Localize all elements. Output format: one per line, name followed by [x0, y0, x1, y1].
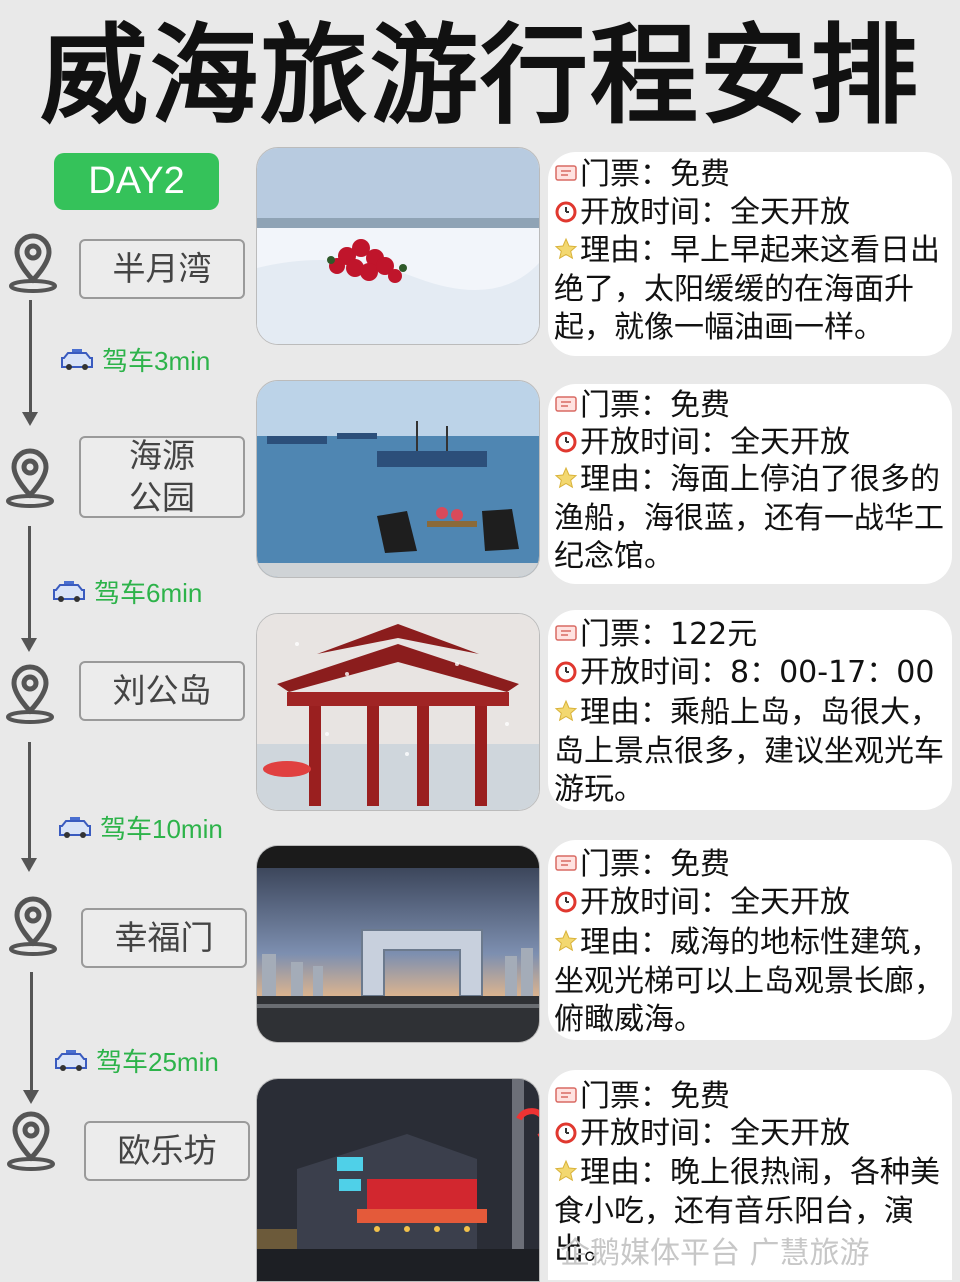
drive-time-label: 驾车3min [102, 346, 211, 376]
stop-photo [256, 380, 540, 578]
route-arrow [21, 742, 37, 872]
reason-text: 理由：乘船上岛，岛很大，岛上景点很多，建议坐观光车游玩。 [554, 695, 944, 807]
location-pin-icon [6, 448, 54, 508]
stop-info-card: 门票：122元 开放时间：8：00-17：00 理由：乘船上岛，岛很大，岛上景点… [548, 610, 952, 810]
ticket-text: 门票：122元 [580, 617, 758, 652]
ticket-icon [555, 1086, 577, 1103]
star-icon [554, 466, 578, 488]
page-title: 威海旅游行程安排 [39, 14, 920, 139]
ticket-icon [555, 164, 577, 181]
ticket-icon [555, 395, 577, 412]
stop-name: 幸福门 [114, 918, 214, 957]
alarm-clock-icon [555, 661, 577, 682]
stop-info-card: 门票：免费 开放时间：全天开放 理由：早上早起来这看日出绝了，太阳缓缓的在海面升… [548, 152, 952, 356]
stop-photo [256, 845, 540, 1043]
drive-time: 驾车6min [52, 573, 202, 610]
drive-time-label: 驾车6min [94, 578, 203, 608]
ticket-text: 门票：免费 [580, 157, 730, 192]
star-icon [554, 237, 578, 259]
location-pin-icon [9, 896, 57, 956]
stop-info-card: 门票：免费 开放时间：全天开放 理由：海面上停泊了很多的渔船，海很蓝，还有一战华… [548, 384, 952, 584]
drive-time-label: 驾车25min [96, 1047, 219, 1077]
star-icon [554, 929, 578, 951]
ticket-icon [555, 624, 577, 641]
location-pin-icon [9, 233, 57, 293]
taxi-car-icon [55, 1049, 87, 1071]
route-arrow [22, 300, 38, 426]
alarm-clock-icon [555, 1122, 577, 1143]
stop-name: 欧乐坊 [117, 1131, 217, 1170]
drive-time: 驾车10min [58, 809, 223, 846]
drive-time-label: 驾车10min [100, 814, 223, 844]
stop-photo [256, 147, 540, 345]
route-arrow [21, 526, 37, 652]
ticket-text: 门票：免费 [580, 388, 730, 423]
hours-text: 开放时间：全天开放 [580, 885, 850, 920]
watermark: 企鹅媒体平台 广慧旅游 [560, 1236, 870, 1271]
reason-text: 理由：早上早起来这看日出绝了，太阳缓缓的在海面升起，就像一幅油画一样。 [554, 233, 940, 345]
alarm-clock-icon [555, 891, 577, 912]
stop-name-box: 海源公园 [79, 436, 245, 518]
stop-name: 刘公岛 [112, 671, 212, 710]
reason-text: 理由：威海的地标性建筑，坐观光梯可以上岛观景长廊，俯瞰威海。 [554, 925, 944, 1037]
star-icon [554, 1159, 578, 1181]
stop-name-box: 欧乐坊 [84, 1121, 250, 1181]
stop-name: 海源公园 [129, 436, 195, 517]
stop-photo [256, 1078, 540, 1282]
location-pin-icon [6, 664, 54, 724]
route-arrow [23, 972, 39, 1104]
hours-text: 开放时间：全天开放 [580, 425, 850, 460]
stop-name-box: 半月湾 [79, 239, 245, 299]
ticket-icon [555, 854, 577, 871]
stop-name-box: 幸福门 [81, 908, 247, 968]
taxi-car-icon [59, 816, 91, 838]
hours-text: 开放时间：8：00-17：00 [580, 655, 935, 690]
day-badge: DAY2 [54, 153, 219, 210]
location-pin-icon [7, 1111, 55, 1171]
stop-photo [256, 613, 540, 811]
taxi-car-icon [53, 580, 85, 602]
taxi-car-icon [61, 348, 93, 370]
stop-name-box: 刘公岛 [79, 661, 245, 721]
hours-text: 开放时间：全天开放 [580, 1116, 850, 1151]
ticket-text: 门票：免费 [580, 847, 730, 882]
stop-info-card: 门票：免费 开放时间：全天开放 理由：威海的地标性建筑，坐观光梯可以上岛观景长廊… [548, 840, 952, 1040]
ticket-text: 门票：免费 [580, 1079, 730, 1114]
drive-time: 驾车3min [60, 341, 210, 378]
stop-name: 半月湾 [112, 249, 212, 288]
hours-text: 开放时间：全天开放 [580, 195, 850, 230]
alarm-clock-icon [555, 431, 577, 452]
reason-text: 理由：海面上停泊了很多的渔船，海很蓝，还有一战华工纪念馆。 [554, 462, 944, 574]
star-icon [554, 699, 578, 721]
alarm-clock-icon [555, 201, 577, 222]
drive-time: 驾车25min [54, 1042, 219, 1079]
